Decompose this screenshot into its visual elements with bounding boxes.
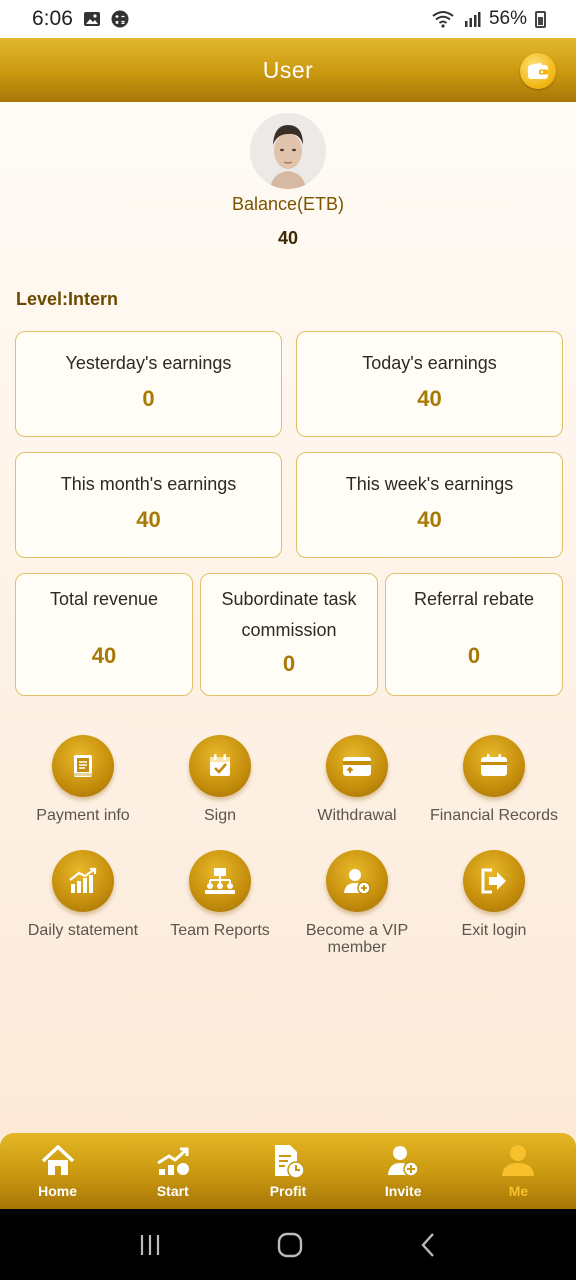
team-hierarchy-icon [189,850,251,912]
card-label: Referral rebate [413,589,535,609]
nav-label: Me [508,1183,529,1199]
today-earnings-card: Today's earnings 40 [296,331,563,437]
total-revenue-card: Total revenue 40 [15,573,193,696]
referral-rebate-card: Referral rebate 0 [385,573,563,696]
menu-financial-records[interactable]: Financial Records [424,735,564,824]
month-earnings-card: This month's earnings 40 [15,452,282,558]
app-header: User [0,38,576,102]
nav-invite[interactable]: Invite [346,1133,461,1209]
home-icon [38,1141,78,1181]
card-label: This week's earnings [345,474,514,494]
nav-home[interactable]: Home [0,1133,115,1209]
subordinate-commission-card: Subordinate task commission 0 [200,573,378,696]
card-label: Yesterday's earnings [65,353,232,373]
menu-become-vip[interactable]: Become a VIP member [287,850,427,956]
card-label: Total revenue [49,589,159,609]
status-right: 56% [431,8,546,30]
wallet-button[interactable] [520,53,556,89]
nav-label: Home [38,1183,78,1199]
home-circle-icon[interactable] [277,1232,303,1258]
status-time: 6:06 [32,7,73,30]
menu-label: Exit login [461,922,527,939]
card-label: This month's earnings [60,474,237,494]
menu-daily-statement[interactable]: Daily statement [13,850,153,939]
menu-payment-info[interactable]: Payment info [13,735,153,824]
avatar [250,113,326,189]
nav-label: Profit [269,1183,307,1199]
avatar-portrait [250,113,326,189]
menu-label-line1: Become a VIP [305,922,409,939]
menu-label: Team Reports [170,922,270,939]
user-level: Level:Intern [16,289,119,309]
menu-label: Financial Records [429,807,559,824]
menu-label: Sign [203,807,237,824]
card-value: 0 [282,651,296,676]
system-nav-bar [0,1209,576,1280]
wifi-icon [432,11,454,28]
menu-label: Daily statement [27,922,139,939]
nav-start[interactable]: Start [115,1133,230,1209]
menu-sign[interactable]: Sign [150,735,290,824]
nav-label: Invite [384,1183,422,1199]
calculator-icon [111,10,129,28]
bottom-nav: Home Start Profit Invite Me [0,1133,576,1209]
status-left: 6:06 [32,7,129,31]
invite-user-icon [383,1141,423,1181]
menu-team-reports[interactable]: Team Reports [150,850,290,939]
menu-withdrawal[interactable]: Withdrawal [287,735,427,824]
nav-label: Start [156,1183,189,1199]
yesterday-earnings-card: Yesterday's earnings 0 [15,331,282,437]
menu-label: Payment info [36,807,130,824]
recent-apps-icon[interactable] [138,1233,162,1257]
card-label-line2: commission [241,620,337,640]
growth-chart-icon [52,850,114,912]
menu-label: Withdrawal [317,807,397,824]
person-icon [498,1141,538,1181]
card-label-line1: Subordinate task [221,589,357,609]
card-value: 40 [136,507,161,532]
nav-profit[interactable]: Profit [230,1133,345,1209]
battery-percent: 56% [488,8,527,29]
logout-icon [463,850,525,912]
balance-value: 40 [277,228,299,248]
card-withdraw-icon [326,735,388,797]
battery-icon [535,10,546,28]
menu-exit-login[interactable]: Exit login [424,850,564,939]
week-earnings-card: This week's earnings 40 [296,452,563,558]
calendar-check-icon [189,735,251,797]
status-bar: 6:06 56% [0,0,576,38]
add-member-icon [326,850,388,912]
card-value: 40 [417,507,442,532]
back-icon[interactable] [418,1232,438,1258]
card-value: 0 [467,643,481,668]
wallet-icon [528,62,548,79]
document-clock-icon [268,1141,308,1181]
nav-me[interactable]: Me [461,1133,576,1209]
card-value: 0 [142,386,155,411]
trend-icon [153,1141,193,1181]
signal-icon [464,12,481,27]
records-card-icon [463,735,525,797]
page-title: User [262,56,314,83]
card-label: Today's earnings [362,353,497,373]
card-value: 40 [417,386,442,411]
gallery-icon [83,12,100,26]
balance-label: Balance(ETB) [231,194,345,214]
card-value: 40 [91,643,117,668]
book-icon [52,735,114,797]
menu-label-line2: member [327,939,387,956]
